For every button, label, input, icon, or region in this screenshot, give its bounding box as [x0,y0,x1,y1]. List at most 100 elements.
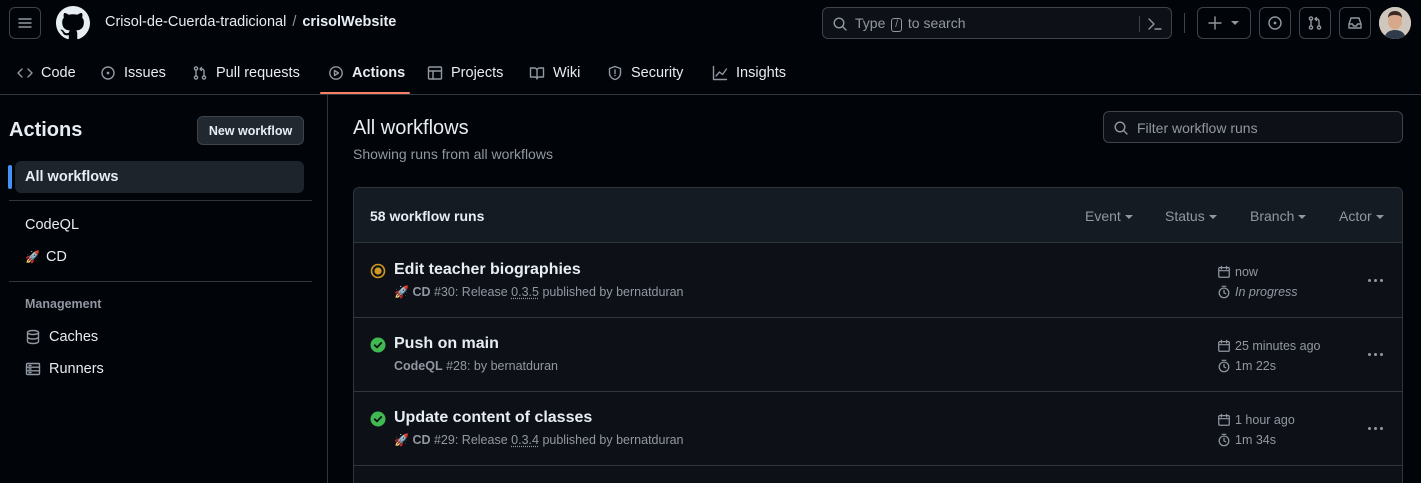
run-title[interactable]: Push on main [394,335,499,353]
run-options-button[interactable] [1359,342,1391,366]
run-title[interactable]: Edit teacher biographies [394,261,581,279]
sidebar-item-label: Runners [49,361,104,377]
sidebar-item-label: Caches [49,329,99,345]
tab-insights[interactable]: Insights [712,50,786,95]
search-input[interactable]: Type / to search [822,7,1172,39]
stopwatch-icon [1218,285,1230,299]
menu-button[interactable] [9,7,41,39]
run-duration-label: 1m 34s [1235,433,1276,447]
inbox-icon [1348,17,1362,29]
sidebar-item-caches[interactable]: Caches [15,321,304,353]
sidebar-divider [9,281,312,282]
table-icon [427,65,443,80]
stopwatch-icon [1218,433,1230,447]
graph-icon [712,65,728,80]
calendar-icon [1218,265,1230,278]
run-workflow: CD [412,285,431,299]
run-time: 1 hour ago [1217,413,1295,427]
shield-icon [608,65,622,80]
issue-icon [101,65,115,80]
run-duration: In progress [1217,285,1298,299]
run-title[interactable]: Update content of classes [394,409,592,427]
tab-label: Wiki [553,64,581,81]
run-meta: CodeQL #28: by bernatduran [394,359,558,373]
database-icon [26,329,40,345]
selected-indicator [8,165,12,189]
tab-projects[interactable]: Projects [427,50,503,95]
sidebar-item-runners[interactable]: Runners [15,353,304,385]
tab-pull-requests[interactable]: Pull requests [192,50,300,95]
dropdown-label: Event [1085,208,1121,224]
issues-button[interactable] [1259,7,1291,39]
event-filter-dropdown[interactable]: Event [1085,208,1133,224]
run-number: #29: Release [433,433,508,447]
tab-label: Pull requests [216,64,300,81]
run-duration: 1m 22s [1217,359,1276,373]
rocket-icon: 🚀 [394,433,409,447]
run-time: now [1217,265,1258,279]
avatar[interactable] [1379,7,1411,39]
play-icon [329,65,343,80]
branch-filter-dropdown[interactable]: Branch [1250,208,1307,224]
dropdown-label: Actor [1339,208,1372,224]
repo-link[interactable]: crisolWebsite [302,14,396,30]
release-link[interactable]: 0.3.4 [511,433,539,447]
list-item[interactable]: Edit teacher biographies 🚀 CD #30: Relea… [354,244,1402,318]
create-new-button[interactable] [1197,7,1251,39]
run-options-button[interactable] [1359,268,1391,292]
github-logo-icon[interactable] [56,6,90,40]
run-meta: 🚀 CD #30: Release 0.3.5 published by ber… [394,285,684,299]
tab-wiki[interactable]: Wiki [529,50,580,95]
management-heading: Management [25,297,102,311]
status-filter-dropdown[interactable]: Status [1165,208,1217,224]
pull-requests-button[interactable] [1299,7,1331,39]
tab-actions[interactable]: Actions [328,50,405,95]
terminal-icon [1148,18,1162,30]
rocket-icon: 🚀 [25,250,40,264]
actor-filter-dropdown[interactable]: Actor [1339,208,1384,224]
new-workflow-button[interactable]: New workflow [197,116,304,145]
page-subtitle: Showing runs from all workflows [353,146,553,162]
sidebar-item-cd[interactable]: 🚀 CD [15,241,304,273]
dropdown-label: Status [1165,208,1205,224]
sidebar-item-label: CodeQL [25,217,80,233]
rocket-icon: 🚀 [394,285,409,299]
tab-code[interactable]: Code [17,50,76,95]
run-count: 58 workflow runs [370,208,485,224]
breadcrumb: Crisol-de-Cuerda-tradicional / crisolWebsi… [105,14,396,30]
pull-request-icon [1308,16,1322,30]
inbox-button[interactable] [1339,7,1371,39]
release-link[interactable]: 0.3.5 [511,285,539,299]
runs-list-header: 58 workflow runs Event Status Branch Act… [354,188,1402,243]
breadcrumb-separator: / [292,14,297,30]
sidebar-item-all-workflows[interactable]: All workflows [15,161,304,193]
sidebar-item-label: CD [45,249,67,265]
tab-label: Issues [124,64,166,81]
list-item[interactable]: Update content of classes 🚀 CD #29: Rele… [354,392,1402,466]
caret-down-icon [1208,215,1217,219]
tab-label: Actions [352,64,406,81]
tab-issues[interactable]: Issues [100,50,166,95]
sidebar-item-codeql[interactable]: CodeQL [15,209,304,241]
success-check-icon [370,337,386,353]
run-options-button[interactable] [1359,416,1391,440]
active-tab-underline [320,92,410,94]
hamburger-icon [18,18,32,28]
search-icon [833,17,847,31]
owner-link[interactable]: Crisol-de-Cuerda-tradicional [105,14,286,30]
calendar-icon [1218,413,1230,426]
sidebar-item-label: All workflows [25,169,119,185]
dropdown-label: Branch [1250,208,1295,224]
run-number: #30: Release [433,285,508,299]
filter-runs-input[interactable]: Filter workflow runs [1103,111,1403,143]
header-divider [1184,13,1185,33]
pull-request-icon [193,65,207,80]
caret-down-icon [1375,215,1384,219]
run-duration: 1m 34s [1217,433,1276,447]
workflow-runs-list: 58 workflow runs Event Status Branch Act… [353,187,1403,483]
list-item[interactable]: Push on main CodeQL #28: by bernatduran … [354,318,1402,392]
tab-security[interactable]: Security [607,50,683,95]
run-duration-label: 1m 22s [1235,359,1276,373]
success-check-icon [370,411,386,427]
command-palette-button[interactable] [1139,16,1163,32]
